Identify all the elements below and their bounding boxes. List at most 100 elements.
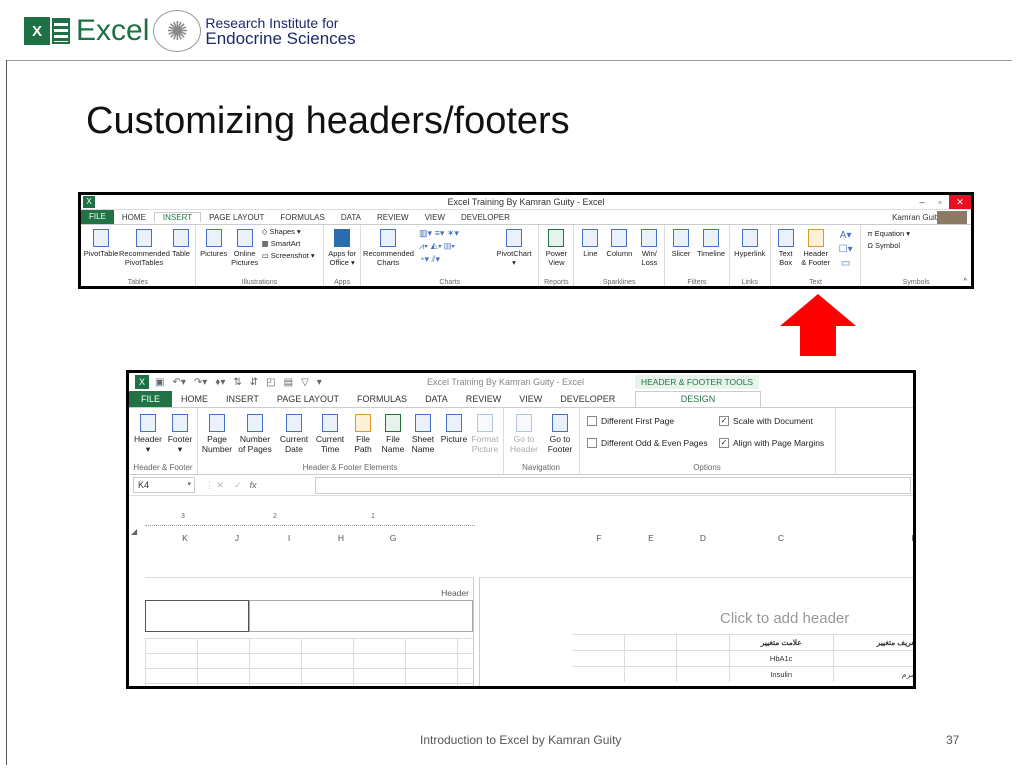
tab-file[interactable]: FILE (81, 210, 114, 224)
customize-qat-icon[interactable]: ▾ (317, 377, 322, 388)
tab-review[interactable]: REVIEW (457, 394, 511, 404)
column-header[interactable]: F (573, 527, 625, 549)
pivotchart-button[interactable]: PivotChart ▾ (491, 229, 537, 267)
table-cell[interactable] (572, 635, 625, 650)
current-date-button[interactable]: Current Date (277, 414, 311, 454)
table-cell[interactable]: تعریف متغییر (834, 635, 913, 650)
chart-type-buttons[interactable]: ▥▾ ≡▾ ✶▾ ⩘▾ ◭▾ ▥▾ ◔▾ ⫽▾ (419, 227, 489, 266)
scale-with-document-checkbox[interactable]: ✓ Scale with Document (719, 416, 813, 426)
header-button[interactable]: Header ▾ (133, 414, 163, 454)
tab-view[interactable]: VIEW (417, 213, 453, 222)
undo-icon[interactable]: ↶▾ (172, 377, 185, 388)
file-path-button[interactable]: File Path (349, 414, 377, 454)
recommended-pivottables-button[interactable]: Recommended PivotTables (119, 229, 170, 267)
chevron-down-icon[interactable]: ▾ (187, 478, 191, 492)
picture-button[interactable]: Picture (439, 414, 469, 444)
restore-icon[interactable]: ▫ (931, 195, 949, 209)
column-header[interactable]: E (625, 527, 677, 549)
recommended-charts-button[interactable]: Recommended Charts (363, 229, 414, 267)
text-extra-buttons[interactable]: A▾ ☐▾ ▭ (835, 229, 857, 271)
align-with-margins-checkbox[interactable]: ✓ Align with Page Margins (719, 438, 824, 448)
chart-icon[interactable]: ▤ (284, 377, 293, 388)
text-box-button[interactable]: Text Box (775, 229, 797, 267)
tab-design[interactable]: DESIGN (635, 391, 761, 407)
minimize-icon[interactable]: – (913, 195, 931, 209)
tab-page-layout[interactable]: PAGE LAYOUT (268, 394, 348, 404)
column-header[interactable]: B (833, 527, 913, 549)
name-box[interactable]: K4 ▾ (133, 477, 195, 493)
formula-input[interactable] (315, 477, 911, 494)
tab-insert[interactable]: INSERT (217, 394, 268, 404)
tab-data[interactable]: DATA (333, 213, 369, 222)
column-header[interactable]: K (159, 527, 211, 549)
shapes-button[interactable]: ◇ Shapes ▾ (262, 227, 301, 236)
hyperlink-button[interactable]: Hyperlink (732, 229, 768, 258)
file-name-button[interactable]: File Name (379, 414, 407, 454)
column-header[interactable]: I (263, 527, 315, 549)
column-header[interactable]: D (677, 527, 729, 549)
column-header[interactable]: G (367, 527, 419, 549)
apps-for-office-button[interactable]: Apps for Office ▾ (326, 229, 358, 267)
header-section-left[interactable] (145, 600, 249, 632)
column-header[interactable]: C (729, 527, 833, 549)
slicer-button[interactable]: Slicer (667, 229, 695, 258)
sparkline-winloss-button[interactable]: Win/Loss (636, 229, 662, 267)
redo-icon[interactable]: ↷▾ (194, 377, 207, 388)
save-icon[interactable]: ▣ (155, 377, 164, 388)
different-odd-even-checkbox[interactable]: Different Odd & Even Pages (587, 438, 708, 448)
select-all-icon[interactable]: ◢ (131, 527, 137, 536)
column-header[interactable]: J (211, 527, 263, 549)
tab-developer[interactable]: DEVELOPER (551, 394, 624, 404)
table-cell[interactable]: HbA1c (730, 651, 834, 666)
column-header[interactable]: H (315, 527, 367, 549)
table-cell[interactable] (677, 635, 730, 650)
online-pictures-button[interactable]: Online Pictures (230, 229, 260, 267)
page-number-button[interactable]: Page Number (201, 414, 233, 454)
click-to-add-header[interactable]: Click to add header (720, 610, 849, 627)
table-cell[interactable] (572, 651, 625, 666)
pictures-button[interactable]: Pictures (198, 229, 230, 258)
tab-formulas[interactable]: FORMULAS (348, 394, 416, 404)
table-cell[interactable] (572, 667, 625, 682)
equation-button[interactable]: π Equation ▾ (867, 229, 910, 238)
tab-data[interactable]: DATA (416, 394, 457, 404)
header-section-center[interactable] (249, 600, 473, 632)
tab-insert[interactable]: INSERT (153, 212, 202, 222)
sheet-name-button[interactable]: Sheet Name (409, 414, 437, 454)
tab-file[interactable]: FILE (129, 391, 173, 407)
table-cell[interactable] (834, 651, 913, 666)
footer-button[interactable]: Footer ▾ (165, 414, 195, 454)
screenshot-button[interactable]: ▭ Screenshot ▾ (262, 251, 315, 260)
table-cell[interactable] (625, 667, 678, 682)
table-cell[interactable] (625, 635, 678, 650)
table-cell[interactable]: علامت متغییر (730, 635, 834, 650)
table-button[interactable]: Table (169, 229, 193, 258)
filter-icon[interactable]: ▽ (301, 377, 309, 388)
go-to-footer-button[interactable]: Go to Footer (543, 414, 577, 454)
enter-icon[interactable]: ✓ (234, 480, 242, 491)
tab-home[interactable]: HOME (114, 213, 154, 222)
different-first-page-checkbox[interactable]: Different First Page (587, 416, 674, 426)
smartart-button[interactable]: ▦ SmartArt (262, 239, 301, 248)
cell-grid[interactable] (145, 638, 473, 686)
avatar[interactable] (937, 211, 967, 224)
table-cell[interactable] (625, 651, 678, 666)
sort-desc-icon[interactable]: ⇵ (250, 377, 258, 388)
tab-review[interactable]: REVIEW (369, 213, 417, 222)
format-picture-button[interactable]: Format Picture (469, 414, 501, 454)
tab-formulas[interactable]: FORMULAS (272, 213, 332, 222)
table-cell[interactable]: Insulin (730, 667, 834, 682)
number-of-pages-button[interactable]: Number of Pages (235, 414, 275, 454)
sparkline-column-button[interactable]: Column (604, 229, 634, 258)
tab-home[interactable]: HOME (172, 394, 217, 404)
sort-asc-icon[interactable]: ⇅ (233, 377, 241, 388)
symbol-button[interactable]: Ω Symbol (867, 241, 900, 250)
close-icon[interactable]: ✕ (949, 195, 971, 209)
current-time-button[interactable]: Current Time (313, 414, 347, 454)
power-view-button[interactable]: Power View (541, 229, 571, 267)
go-to-header-button[interactable]: Go to Header (507, 414, 541, 454)
insert-function-icon[interactable]: fx (250, 480, 257, 490)
timeline-button[interactable]: Timeline (695, 229, 727, 258)
table-cell[interactable] (677, 667, 730, 682)
print-preview-icon[interactable]: ◰ (266, 377, 275, 388)
